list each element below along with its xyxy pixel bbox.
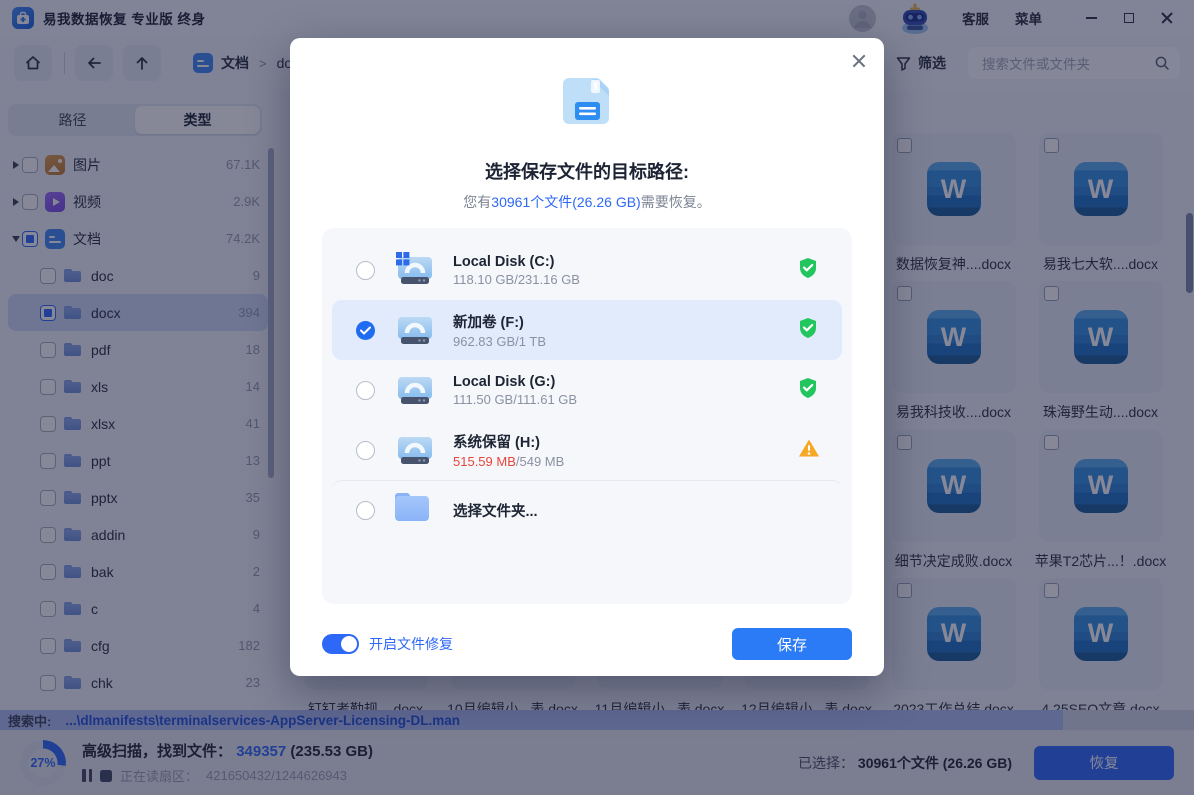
dialog-footer: 开启文件修复 保存 — [322, 627, 852, 661]
drive-icon — [395, 252, 435, 288]
shield-ok-icon — [798, 257, 818, 284]
save-button[interactable]: 保存 — [732, 628, 852, 660]
drive-name: Local Disk (G:) — [453, 374, 798, 390]
subtitle-highlight: 30961个文件(26.26 GB) — [491, 194, 640, 210]
choose-folder-row[interactable]: 选择文件夹... — [332, 480, 842, 540]
drive-row-3[interactable]: Local Disk (G:) 111.50 GB/111.61 GB — [332, 360, 842, 420]
drive-size: 962.83 GB/1 TB — [453, 334, 798, 349]
save-disk-icon — [558, 72, 616, 135]
drive-radio[interactable] — [356, 381, 375, 400]
drive-name: 系统保留 (H:) — [453, 431, 798, 452]
drive-icon — [395, 432, 435, 468]
drive-row-1[interactable]: Local Disk (C:) 118.10 GB/231.16 GB — [332, 240, 842, 300]
app-window: 易我数据恢复 专业版 终身 客服 菜单 — [0, 0, 1194, 795]
drive-radio[interactable] — [356, 321, 375, 340]
drive-size: 515.59 MB/549 MB — [453, 454, 798, 469]
dialog-close-button[interactable] — [850, 52, 868, 70]
save-path-dialog: 选择保存文件的目标路径: 您有30961个文件(26.26 GB)需要恢复。 L… — [290, 38, 884, 676]
drive-size: 118.10 GB/231.16 GB — [453, 272, 798, 287]
drive-list: Local Disk (C:) 118.10 GB/231.16 GB 新加卷 (F… — [322, 228, 852, 604]
drive-radio[interactable] — [356, 261, 375, 280]
folder-icon — [395, 493, 435, 529]
drive-name: 新加卷 (F:) — [453, 311, 798, 332]
shield-ok-icon — [798, 377, 818, 404]
subtitle-suffix: 需要恢复。 — [641, 194, 711, 210]
drive-radio[interactable] — [356, 501, 375, 520]
dialog-title: 选择保存文件的目标路径: — [290, 158, 884, 184]
file-repair-label: 开启文件修复 — [369, 634, 453, 654]
drive-name: Local Disk (C:) — [453, 254, 798, 270]
subtitle-prefix: 您有 — [463, 194, 491, 210]
drive-name: 选择文件夹... — [453, 500, 798, 521]
drive-icon — [395, 312, 435, 348]
drive-icon — [395, 372, 435, 408]
drive-radio[interactable] — [356, 441, 375, 460]
dialog-subtitle: 您有30961个文件(26.26 GB)需要恢复。 — [290, 192, 884, 212]
drive-size: 111.50 GB/111.61 GB — [453, 392, 798, 407]
warning-icon — [798, 438, 818, 463]
drive-row-4[interactable]: 系统保留 (H:) 515.59 MB/549 MB — [332, 420, 842, 480]
file-repair-toggle[interactable] — [322, 634, 359, 654]
drive-row-2[interactable]: 新加卷 (F:) 962.83 GB/1 TB — [332, 300, 842, 360]
shield-ok-icon — [798, 317, 818, 344]
